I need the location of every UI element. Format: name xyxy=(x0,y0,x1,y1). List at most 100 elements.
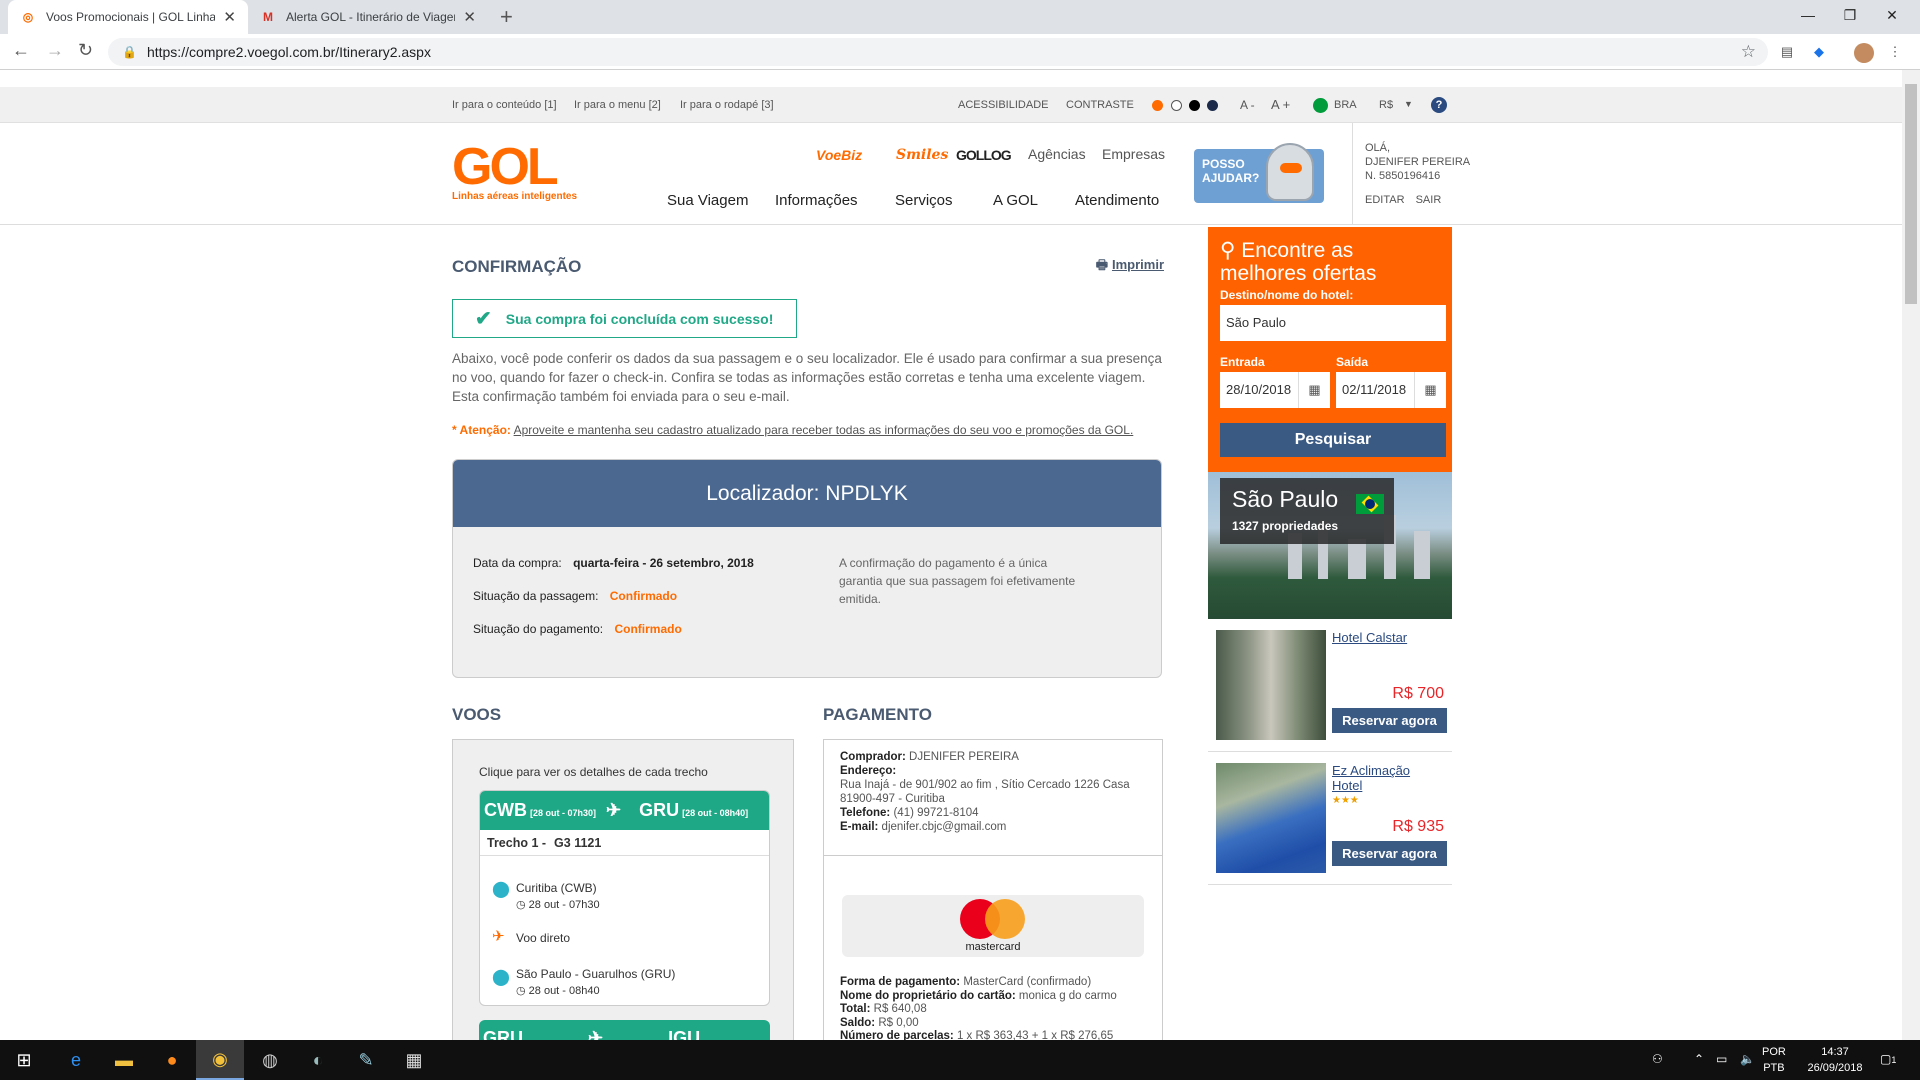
scrollbar-thumb[interactable] xyxy=(1905,84,1917,304)
notifications-icon[interactable]: ▢1 xyxy=(1880,1052,1896,1066)
menu-dots-icon[interactable]: ⋮ xyxy=(1886,43,1904,61)
hotel-photo[interactable] xyxy=(1216,630,1326,740)
browser-tab-gmail[interactable]: M Alerta GOL - Itinerário de Viagem ✕ xyxy=(248,0,488,34)
logout-link[interactable]: SAIR xyxy=(1416,194,1442,206)
destination-input[interactable]: São Paulo xyxy=(1220,305,1446,341)
voebiz-link[interactable]: VoeBiz xyxy=(816,147,862,163)
title-line2: melhores ofertas xyxy=(1220,262,1377,285)
gollog-link[interactable]: GOLLOG xyxy=(956,147,1012,163)
help-chat-button[interactable]: POSSO AJUDAR? xyxy=(1194,143,1324,203)
spotify-icon[interactable]: ◍ xyxy=(246,1040,294,1080)
attention-link[interactable]: Aproveite e mantenha seu cadastro atuali… xyxy=(514,423,1134,437)
checkin-label: Entrada xyxy=(1220,355,1265,369)
bookmark-star-icon[interactable]: ☆ xyxy=(1741,42,1756,62)
close-tab-icon[interactable]: ✕ xyxy=(463,8,476,26)
country-selector[interactable]: BRA xyxy=(1334,99,1357,111)
nav-atendimento[interactable]: Atendimento xyxy=(1075,192,1159,209)
nav-sua-viagem[interactable]: Sua Viagem xyxy=(667,192,748,209)
extension-icon[interactable]: ◆ xyxy=(1810,43,1828,61)
url-bar[interactable]: 🔒 https://compre2.voegol.com.br/Itinerar… xyxy=(108,38,1768,66)
mastercard-yellow-circle xyxy=(985,899,1025,939)
skip-to-content-link[interactable]: Ir para o conteúdo [1] xyxy=(452,99,557,111)
checkin-date-input[interactable]: 28/10/2018 ▦ xyxy=(1220,372,1330,408)
profile-avatar[interactable] xyxy=(1854,43,1874,63)
nav-servicos[interactable]: Serviços xyxy=(895,192,953,209)
calendar-icon[interactable]: ▦ xyxy=(1298,372,1330,408)
windows-start-icon[interactable]: ⊞ xyxy=(0,1040,48,1080)
calculator-icon[interactable]: ▦ xyxy=(390,1040,438,1080)
contrast-white-option[interactable] xyxy=(1171,100,1182,111)
locator-panel: Localizador: NPDLYK Data da compra: quar… xyxy=(452,459,1162,678)
checkout-date-input[interactable]: 02/11/2018 ▦ xyxy=(1336,372,1446,408)
browser-tab-gol[interactable]: ◎ Voos Promocionais | GOL Linhas ✕ xyxy=(8,0,248,34)
firefox-icon[interactable]: ● xyxy=(148,1040,196,1080)
logo-mark: GOL xyxy=(452,138,559,196)
smiles-link[interactable]: Smiles xyxy=(896,147,948,163)
contrast-black-option[interactable] xyxy=(1189,100,1200,111)
balance-label: Saldo: xyxy=(840,1016,876,1029)
file-explorer-icon[interactable]: ▬ xyxy=(100,1040,148,1080)
skip-to-footer-link[interactable]: Ir para o rodapé [3] xyxy=(680,99,774,111)
tray-chevron-icon[interactable]: ⌃ xyxy=(1694,1052,1704,1066)
reserve-button[interactable]: Reservar agora xyxy=(1332,841,1447,866)
print-link[interactable]: 🖶 Imprimir xyxy=(1096,256,1164,278)
page-scrollbar[interactable] xyxy=(1902,70,1920,1040)
contrast-navy-option[interactable] xyxy=(1207,100,1218,111)
hotel-photo[interactable] xyxy=(1216,763,1326,873)
font-increase-button[interactable]: A + xyxy=(1271,97,1290,112)
nav-informacoes[interactable]: Informações xyxy=(775,192,858,209)
brazil-flag-icon xyxy=(1313,98,1328,113)
vpn-icon[interactable]: ◐ xyxy=(294,1040,342,1080)
flight-leg-card[interactable]: CWB [28 out - 07h30] ✈ GRU [28 out - 08h… xyxy=(479,790,770,1006)
search-hotels-button[interactable]: Pesquisar xyxy=(1220,423,1446,457)
intro-text: Abaixo, você pode conferir os dados da s… xyxy=(452,351,1162,404)
site-header: GOL Linhas aéreas inteligentes VoeBiz Sm… xyxy=(0,123,1902,225)
destination-code: GRU xyxy=(639,800,680,820)
leg-header[interactable]: CWB [28 out - 07h30] ✈ GRU [28 out - 08h… xyxy=(480,791,769,830)
volume-icon[interactable]: 🔈 xyxy=(1740,1052,1755,1066)
edge-icon[interactable]: e xyxy=(52,1040,100,1080)
close-tab-icon[interactable]: ✕ xyxy=(223,8,236,26)
user-number: N. 5850196416 xyxy=(1365,170,1441,182)
people-icon[interactable]: ⚇ xyxy=(1652,1052,1663,1066)
browser-toolbar: ← → ↻ 🔒 https://compre2.voegol.com.br/It… xyxy=(0,34,1920,70)
back-icon[interactable]: ← xyxy=(12,40,30,61)
payment-status-value: Confirmado xyxy=(614,622,682,636)
location-pin-icon: ⬤ xyxy=(492,969,510,986)
network-icon[interactable]: ▭ xyxy=(1716,1052,1727,1066)
empresas-link[interactable]: Empresas xyxy=(1102,146,1165,162)
flights-heading: VOOS xyxy=(452,705,502,724)
help-icon[interactable]: ? xyxy=(1431,97,1447,113)
airplane-icon: ✈ xyxy=(606,800,622,820)
purchase-date-label: Data da compra: xyxy=(473,556,562,570)
reload-icon[interactable]: ↻ xyxy=(78,40,93,61)
chrome-icon[interactable]: ◉ xyxy=(196,1040,244,1080)
address-label: Endereço: xyxy=(840,765,897,777)
gol-logo[interactable]: GOL Linhas aéreas inteligentes xyxy=(452,138,577,202)
skip-to-menu-link[interactable]: Ir para o menu [2] xyxy=(574,99,661,111)
clock[interactable]: 14:37 26/09/2018 xyxy=(1800,1044,1870,1076)
reserve-button[interactable]: Reservar agora xyxy=(1332,708,1447,733)
buyer-details: Comprador: DJENIFER PEREIRA Endereço: Ru… xyxy=(824,740,1162,856)
calendar-icon[interactable]: ▦ xyxy=(1414,372,1446,408)
city-banner[interactable]: São Paulo 1327 propriedades xyxy=(1208,472,1452,619)
reader-icon[interactable]: ▤ xyxy=(1778,43,1796,61)
chevron-down-icon[interactable]: ▼ xyxy=(1404,99,1413,109)
hotel-name-link[interactable]: Ez Aclimação Hotel xyxy=(1332,763,1442,793)
nav-a-gol[interactable]: A GOL xyxy=(993,192,1038,209)
contrast-orange-option[interactable] xyxy=(1152,100,1163,111)
agencias-link[interactable]: Agências xyxy=(1028,146,1086,162)
forward-icon[interactable]: → xyxy=(46,40,64,61)
buyer-label: Comprador: xyxy=(840,751,906,763)
input-language[interactable]: POR PTB xyxy=(1762,1044,1786,1076)
font-decrease-button[interactable]: A - xyxy=(1240,98,1255,112)
accessibility-link[interactable]: ACESSIBILIDADE xyxy=(958,99,1048,111)
new-tab-button[interactable]: + xyxy=(500,4,513,30)
edit-profile-link[interactable]: EDITAR xyxy=(1365,194,1405,206)
hotel-name-link[interactable]: Hotel Calstar xyxy=(1332,630,1442,645)
checkout-label: Saída xyxy=(1336,355,1369,369)
purchase-date-row: Data da compra: quarta-feira - 26 setemb… xyxy=(473,556,754,570)
currency-selector[interactable]: R$ xyxy=(1379,99,1393,111)
paint-icon[interactable]: ✎ xyxy=(342,1040,390,1080)
close-window-icon[interactable]: ✕ xyxy=(1864,0,1920,30)
